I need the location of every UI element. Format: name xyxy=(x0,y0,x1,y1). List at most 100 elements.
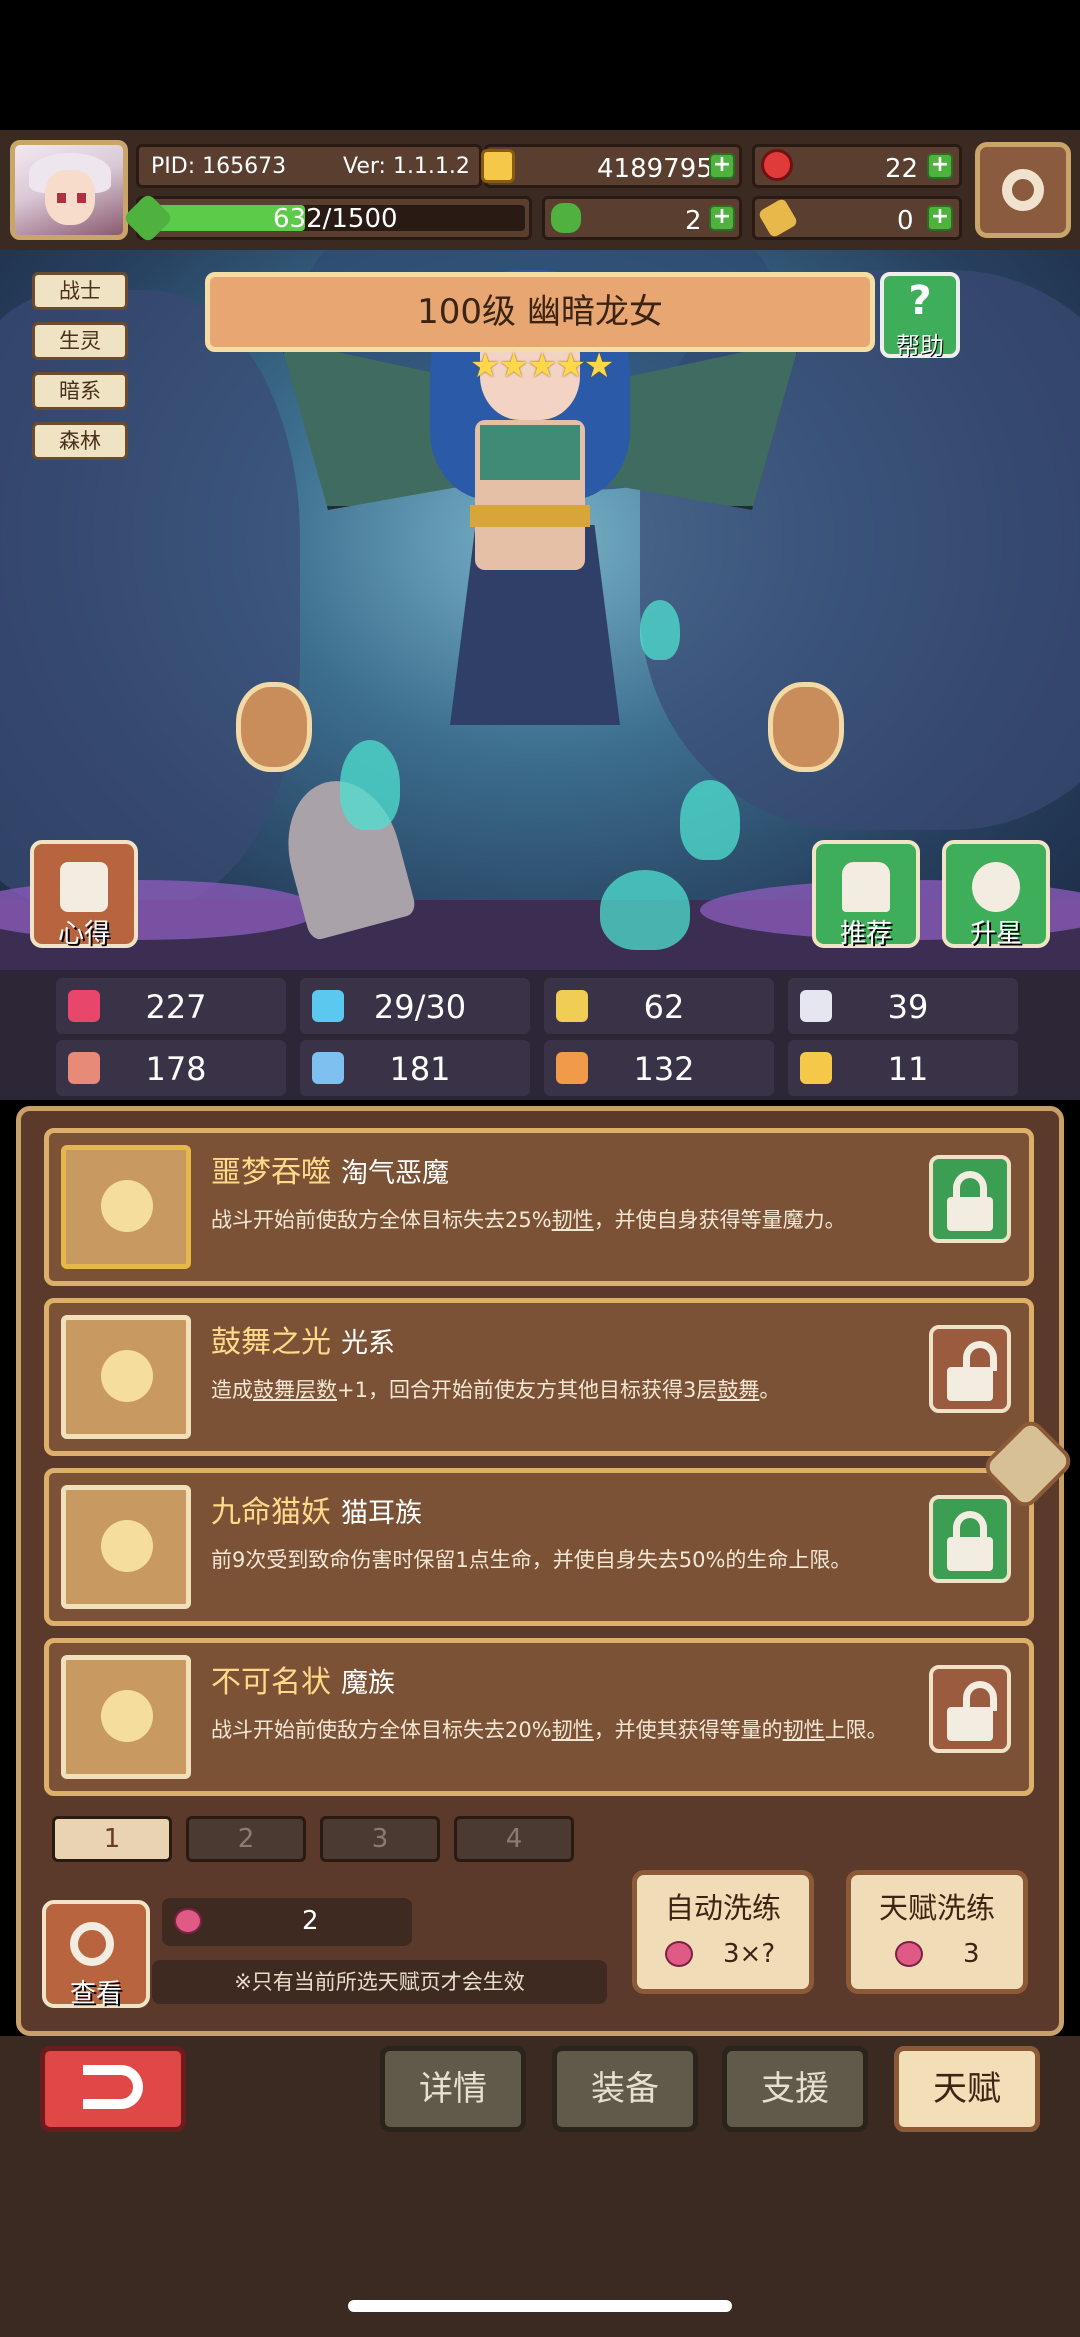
auto-reroll-cost: 3×? xyxy=(723,1939,776,1969)
talent-icon xyxy=(61,1655,191,1779)
spirit-flame xyxy=(600,870,690,950)
stat-cell: 181 xyxy=(300,1040,530,1096)
desc-keyword[interactable]: 韧性 xyxy=(552,1208,594,1232)
hero-belt xyxy=(470,505,590,527)
talent-card[interactable]: 不可名状 魔族 战斗开始前使敌方全体目标失去20%韧性，并使其获得等量的韧性上限。 xyxy=(44,1638,1034,1796)
back-arrow-icon xyxy=(83,2065,143,2109)
exp-text: 632/1500 xyxy=(273,204,398,234)
fist-attack-icon xyxy=(68,1052,100,1084)
stat-value: 39 xyxy=(887,988,929,1026)
hero-title-banner: 100级 幽暗龙女 xyxy=(205,272,875,352)
lock-icon xyxy=(947,1367,993,1401)
home-indicator[interactable] xyxy=(348,2300,732,2312)
talent-icon xyxy=(61,1485,191,1609)
desc-keyword[interactable]: 鼓舞 xyxy=(717,1378,759,1402)
desc-text: ，并使其获得等量的 xyxy=(593,1718,783,1742)
avatar-eye-left xyxy=(57,193,66,203)
talent-emblem-icon xyxy=(101,1520,153,1572)
question-icon: ? xyxy=(908,278,932,324)
spellbook-icon xyxy=(312,1052,344,1084)
add-clover-button[interactable]: + xyxy=(709,205,735,231)
lock-button[interactable] xyxy=(929,1155,1011,1243)
hero-top xyxy=(480,425,580,480)
talent-type: 光系 xyxy=(341,1328,395,1359)
wing-speed-icon xyxy=(800,990,832,1022)
star-upgrade-button[interactable]: 升星 xyxy=(942,840,1050,949)
desc-keyword[interactable]: 韧性 xyxy=(783,1718,825,1742)
desc-keyword[interactable]: 鼓舞层数 xyxy=(253,1378,337,1402)
desc-text: 造成 xyxy=(211,1378,253,1402)
settings-gear-button[interactable] xyxy=(975,142,1071,238)
auto-reroll-label: 自动洗练 xyxy=(664,1891,781,1925)
fruit-count: 2 xyxy=(302,1906,319,1936)
stat-cell: 132 xyxy=(544,1040,774,1096)
talent-page-tab[interactable]: 2 xyxy=(186,1816,306,1862)
lock-icon xyxy=(947,1707,993,1741)
hero-tag-class: 战士 xyxy=(32,272,128,310)
recommend-button[interactable]: 推荐 xyxy=(812,840,920,949)
tab-talent[interactable]: 天赋 xyxy=(894,2046,1040,2132)
insight-button[interactable]: 心得 xyxy=(30,840,138,949)
player-avatar[interactable] xyxy=(10,140,128,240)
talent-page-tab[interactable]: 1 xyxy=(52,1816,172,1862)
desc-text: +1，回合开始前使友方其他目标获得3层 xyxy=(337,1378,718,1402)
view-label: 查看 xyxy=(69,1979,122,2009)
game-version: Ver: 1.1.1.2 xyxy=(343,154,470,179)
upgrade-label: 升星 xyxy=(969,919,1022,949)
talent-card[interactable]: 噩梦吞噬 淘气恶魔 战斗开始前使敌方全体目标失去25%韧性，并使自身获得等量魔力。 xyxy=(44,1128,1034,1286)
spirit-flame xyxy=(640,600,680,660)
back-button[interactable] xyxy=(40,2046,186,2132)
recommend-label: 推荐 xyxy=(839,919,892,949)
help-label: 帮助 xyxy=(896,332,944,360)
gem-amount: 22 xyxy=(885,154,919,184)
resistance-icon xyxy=(556,1052,588,1084)
desc-keyword[interactable]: 韧性 xyxy=(552,1718,594,1742)
unlock-button[interactable] xyxy=(929,1325,1011,1413)
talent-reroll-button[interactable]: 天赋洗练 3 xyxy=(846,1870,1028,1994)
lock-icon xyxy=(947,1537,993,1571)
scroll-icon xyxy=(757,197,799,239)
talent-reroll-label: 天赋洗练 xyxy=(878,1891,995,1925)
talent-page-tab[interactable]: 3 xyxy=(320,1816,440,1862)
tab-equipment[interactable]: 装备 xyxy=(552,2046,698,2132)
stat-cell: 11 xyxy=(788,1040,1018,1096)
stat-cell: 178 xyxy=(56,1040,286,1096)
view-button[interactable]: 查看 xyxy=(42,1900,150,2009)
stat-value: 29/30 xyxy=(373,988,467,1026)
peach-fruit-icon xyxy=(895,1941,923,1967)
add-gold-button[interactable]: + xyxy=(709,153,735,179)
star-icon xyxy=(972,862,1020,912)
lock-button[interactable] xyxy=(929,1495,1011,1583)
hero-tag-element: 暗系 xyxy=(32,372,128,410)
red-gem-icon xyxy=(761,149,793,181)
talent-type: 淘气恶魔 xyxy=(341,1158,449,1189)
clover-icon xyxy=(551,203,581,233)
previous-hero-arrow[interactable] xyxy=(236,682,312,772)
talent-card[interactable]: 九命猫妖 猫耳族 前9次受到致命伤害时保留1点生命，并使自身失去50%的生命上限。 xyxy=(44,1468,1034,1626)
add-scroll-button[interactable]: + xyxy=(927,205,953,231)
hero-tag-race: 生灵 xyxy=(32,322,128,360)
talent-name: 九命猫妖 xyxy=(211,1495,331,1530)
next-hero-arrow[interactable] xyxy=(768,682,844,772)
heart-icon xyxy=(68,990,100,1022)
unlock-button[interactable] xyxy=(929,1665,1011,1753)
talent-emblem-icon xyxy=(101,1690,153,1742)
exp-bar: 632/1500 xyxy=(136,196,532,240)
reroll-fruit-pill: 2 xyxy=(162,1898,412,1946)
talent-description: 战斗开始前使敌方全体目标失去20%韧性，并使其获得等量的韧性上限。 xyxy=(211,1713,951,1747)
talent-description: 造成鼓舞层数+1，回合开始前使友方其他目标获得3层鼓舞。 xyxy=(211,1373,951,1407)
add-gems-button[interactable]: + xyxy=(927,153,953,179)
gold-amount: 4189795 xyxy=(597,154,713,184)
scroll-amount: 0 xyxy=(897,206,914,236)
help-button[interactable]: ? 帮助 xyxy=(880,272,960,360)
player-info-pill: PID: 165673 Ver: 1.1.1.2 xyxy=(136,144,482,188)
tab-support[interactable]: 支援 xyxy=(722,2046,868,2132)
stat-value: 132 xyxy=(633,1050,695,1088)
talent-card[interactable]: 鼓舞之光 光系 造成鼓舞层数+1，回合开始前使友方其他目标获得3层鼓舞。 xyxy=(44,1298,1034,1456)
tab-details[interactable]: 详情 xyxy=(380,2046,526,2132)
hero-tag-faction: 森林 xyxy=(32,422,128,460)
insight-label: 心得 xyxy=(57,919,110,949)
talent-page-tab[interactable]: 4 xyxy=(454,1816,574,1862)
gem-pill: 22 + xyxy=(752,144,962,188)
auto-reroll-button[interactable]: 自动洗练 3×? xyxy=(632,1870,814,1994)
